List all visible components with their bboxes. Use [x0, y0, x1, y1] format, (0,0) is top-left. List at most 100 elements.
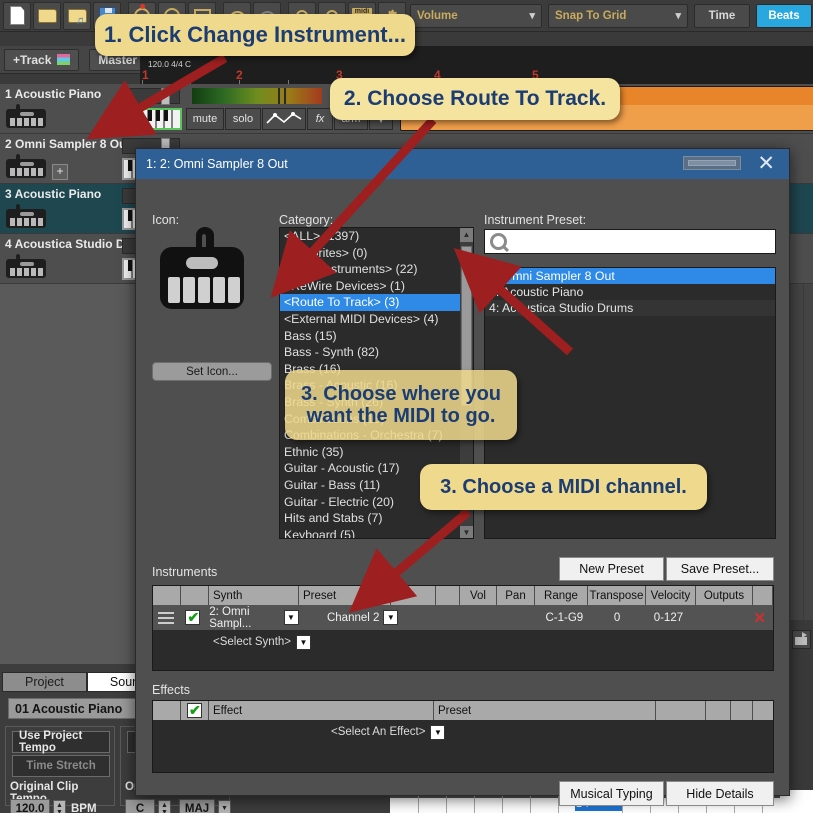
row-pan-value[interactable] [503, 605, 539, 630]
dialog-title-bar[interactable]: 1: 2: Omni Sampler 8 Out ✕ [136, 149, 789, 179]
volume-dropdown[interactable]: Volume ▾ [410, 3, 542, 28]
category-item[interactable]: <ReWire Devices> (1) [280, 278, 473, 295]
category-label: Category: [279, 213, 334, 227]
col-vol: Vol [460, 586, 497, 605]
new-preset-button[interactable]: New Preset [559, 557, 664, 581]
fx-button-1[interactable]: fx [307, 108, 333, 130]
track-row-4[interactable]: 4 Acoustica Studio Dr... [0, 234, 140, 284]
bpm-label: BPM [71, 802, 97, 813]
search-input[interactable] [507, 234, 775, 249]
set-icon-button[interactable]: Set Icon... [152, 362, 272, 381]
search-icon [490, 233, 507, 250]
key-stepper[interactable]: ▲ ▼ [158, 799, 171, 813]
add-effect-row[interactable]: <Select An Effect> ▼ [153, 720, 773, 744]
hide-details-button[interactable]: Hide Details [666, 781, 774, 806]
row-drag-handle[interactable] [153, 605, 180, 630]
col-synth: Synth [209, 586, 299, 605]
category-item[interactable]: <Favorites> (0) [280, 245, 473, 262]
add-instrument-row[interactable]: <Select Synth> ▼ [153, 630, 773, 654]
row-preset-chevron-down-icon[interactable]: ▼ [379, 605, 402, 630]
dialog-title: 1: 2: Omni Sampler 8 Out [146, 157, 288, 171]
automation-button-1[interactable] [262, 108, 306, 130]
category-item[interactable]: Bass - Synth (82) [280, 344, 473, 361]
instrument-row[interactable]: 2: Omni Sampl... ▼ Channel 2 ▼ C-1-G9 0 … [153, 605, 773, 630]
row-remove-button[interactable]: ✕ [746, 605, 773, 630]
col-fx-blank1 [656, 701, 706, 720]
col-enable [181, 586, 209, 605]
row-velocity-value[interactable]: 0-127 [645, 605, 693, 630]
scroll-down-icon[interactable]: ▼ [460, 526, 473, 538]
time-button[interactable]: Time [694, 3, 750, 28]
instrument-icon[interactable] [4, 204, 50, 230]
track-row-3[interactable]: 3 Acoustic Piano [0, 184, 140, 234]
row-enable-checkbox[interactable] [180, 605, 207, 630]
row-vol-value[interactable] [468, 605, 503, 630]
close-icon[interactable]: ✕ [757, 152, 775, 176]
col-fx-blank2 [706, 701, 731, 720]
tab-project[interactable]: Project [2, 672, 87, 692]
select-effect-label: <Select An Effect> [331, 726, 426, 738]
scroll-up-icon[interactable]: ▲ [460, 228, 473, 242]
row-synth-chevron-down-icon[interactable]: ▼ [281, 605, 302, 630]
category-item[interactable]: Ethnic (35) [280, 444, 473, 461]
open-folder-icon[interactable] [33, 1, 61, 30]
select-synth-chevron-down-icon[interactable]: ▼ [296, 634, 311, 650]
instrument-icon[interactable] [4, 254, 50, 280]
row-transpose-value[interactable]: 0 [590, 605, 645, 630]
preset-search-box[interactable] [484, 229, 776, 254]
track-row-1[interactable]: 1 Acoustic Piano [0, 84, 140, 134]
snap-dropdown[interactable]: Snap To Grid ▾ [548, 3, 688, 28]
open-audio-folder-icon[interactable] [63, 1, 91, 30]
row-preset-value: Channel 2 [326, 611, 380, 624]
restore-button[interactable] [683, 156, 741, 170]
preset-item-acoustic-piano[interactable]: 3: Acoustic Piano [485, 284, 775, 300]
expand-track-button[interactable]: + [52, 164, 68, 180]
tempo-value[interactable]: 120.0 [10, 799, 50, 813]
solo-button-1[interactable]: solo [225, 108, 261, 130]
select-synth-label: <Select Synth> [213, 636, 291, 648]
callout-step-2: 2. Choose Route To Track. [330, 78, 620, 120]
instrument-icon[interactable] [4, 154, 50, 180]
save-preset-button[interactable]: Save Preset... [666, 557, 774, 581]
category-item[interactable]: Keyboard (5) [280, 527, 473, 538]
col-fx-handle [153, 701, 181, 720]
effects-table: Effect Preset <Select An Effect> ▼ [152, 700, 774, 773]
track-row-2[interactable]: 2 Omni Sampler 8 Out + [0, 134, 140, 184]
col-fx-preset: Preset [434, 701, 656, 720]
category-item[interactable]: <External MIDI Devices> (4) [280, 311, 473, 328]
select-effect-chevron-down-icon[interactable]: ▼ [430, 724, 446, 740]
instrument-icon[interactable] [4, 104, 50, 130]
chevron-down-icon: ▾ [529, 10, 535, 22]
time-stretch-button[interactable]: Time Stretch [12, 755, 110, 777]
preset-item-omni-sampler[interactable]: 2: Omni Sampler 8 Out [485, 268, 775, 284]
row-range-value[interactable]: C-1-G9 [539, 605, 589, 630]
key-value[interactable]: C [125, 799, 155, 813]
chevron-down-icon: ▾ [675, 10, 681, 22]
scale-chevron-down-icon[interactable]: ▼ [218, 799, 231, 813]
category-item[interactable]: <ALL> (1397) [280, 228, 473, 245]
scale-value[interactable]: MAJ [179, 799, 215, 813]
callout-step-4: 3. Choose a MIDI channel. [420, 464, 707, 510]
change-instrument-button-1[interactable] [122, 108, 182, 130]
preset-item-acoustica-drums[interactable]: 4: Acoustica Studio Drums [485, 300, 775, 316]
category-item[interactable]: <VSTi Instruments> (22) [280, 261, 473, 278]
track-volume-slider-1[interactable] [122, 88, 180, 105]
row-outputs-value[interactable] [692, 605, 746, 630]
row-synth-value: 2: Omni Sampl... [209, 605, 252, 630]
tempo-stepper[interactable]: ▲ ▼ [53, 799, 66, 813]
col-fx-enable[interactable] [181, 701, 209, 720]
tempo-group: Use Project Tempo Time Stretch Original … [5, 726, 115, 813]
track-name-3: 3 Acoustic Piano [5, 187, 102, 201]
callout-step-1: 1. Click Change Instrument... [95, 14, 415, 56]
category-item[interactable]: Hits and Stabs (7) [280, 510, 473, 527]
add-track-button[interactable]: +Track [4, 48, 80, 71]
callout-step-3: 3. Choose where you want the MIDI to go. [285, 370, 517, 440]
category-item-route-to-track[interactable]: <Route To Track> (3) [280, 294, 473, 311]
export-icon[interactable] [792, 630, 811, 649]
musical-typing-button[interactable]: Musical Typing [559, 781, 664, 806]
use-project-tempo-button[interactable]: Use Project Tempo [12, 730, 110, 754]
category-item[interactable]: Bass (15) [280, 328, 473, 345]
beats-button[interactable]: Beats [756, 3, 812, 28]
new-document-icon[interactable] [3, 1, 31, 30]
mute-button-1[interactable]: mute [186, 108, 224, 130]
